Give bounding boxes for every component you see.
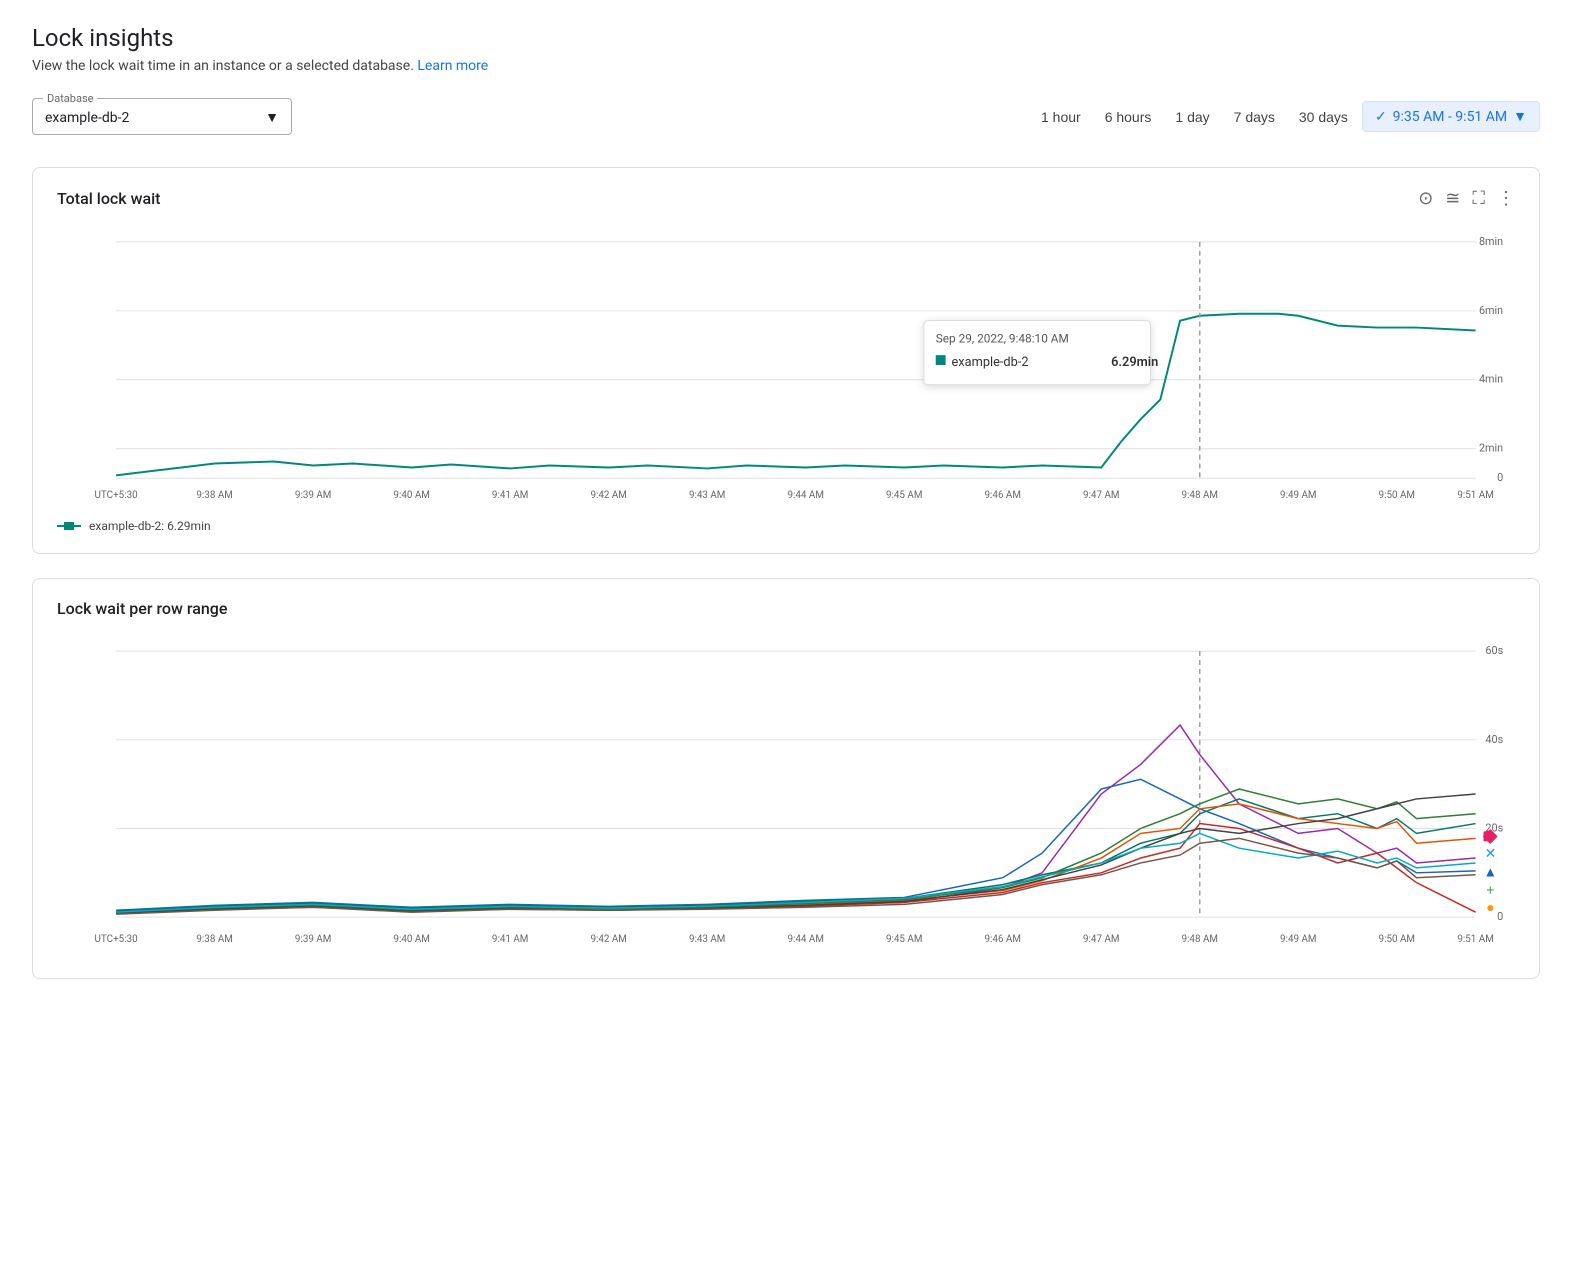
legend-line-icon <box>57 520 81 532</box>
selected-time-range[interactable]: ✓ 9:35 AM - 9:51 AM ▼ <box>1362 101 1540 132</box>
svg-text:9:50 AM: 9:50 AM <box>1379 490 1415 501</box>
chart1-svg: 8min 6min 4min 2min 0 UTC+5:30 9:38 AM 9… <box>57 225 1515 505</box>
range-dropdown-arrow-icon: ▼ <box>1513 108 1527 125</box>
expand-icon[interactable]: ⛶ <box>1472 188 1485 209</box>
dropdown-arrow-icon: ▼ <box>265 109 279 126</box>
time-btn-6hours[interactable]: 6 hours <box>1095 103 1162 131</box>
svg-text:9:38 AM: 9:38 AM <box>196 934 232 945</box>
svg-text:9:46 AM: 9:46 AM <box>985 490 1021 501</box>
page-title: Lock insights <box>32 24 1540 52</box>
time-range-controls: 1 hour 6 hours 1 day 7 days 30 days ✓ 9:… <box>1031 101 1540 132</box>
database-selector[interactable]: Database example-db-2 ▼ <box>32 98 292 135</box>
svg-text:0: 0 <box>1497 471 1503 484</box>
lock-wait-per-row-card: Lock wait per row range 60s 40s 20s 0 UT… <box>32 578 1540 979</box>
time-btn-1day[interactable]: 1 day <box>1165 103 1219 131</box>
svg-text:40s: 40s <box>1485 733 1503 746</box>
svg-text:9:45 AM: 9:45 AM <box>886 490 922 501</box>
svg-text:2min: 2min <box>1479 442 1503 455</box>
chart1-legend-label: example-db-2: 6.29min <box>89 519 211 533</box>
svg-text:0: 0 <box>1497 910 1503 923</box>
svg-text:8min: 8min <box>1479 235 1503 248</box>
chart2-svg: 60s 40s 20s 0 UTC+5:30 9:38 AM 9:39 AM 9… <box>57 634 1515 954</box>
svg-text:9:40 AM: 9:40 AM <box>393 490 429 501</box>
chart1-actions: ⊙ ≅ ⛶ ⋮ <box>1418 188 1515 209</box>
time-btn-30days[interactable]: 30 days <box>1289 103 1358 131</box>
svg-text:9:44 AM: 9:44 AM <box>787 934 823 945</box>
svg-text:9:42 AM: 9:42 AM <box>590 934 626 945</box>
svg-text:9:43 AM: 9:43 AM <box>689 934 725 945</box>
more-icon[interactable]: ⋮ <box>1497 188 1515 209</box>
total-lock-wait-card: Total lock wait ⊙ ≅ ⛶ ⋮ 8min 6min 4min 2… <box>32 167 1540 554</box>
controls-row: Database example-db-2 ▼ 1 hour 6 hours 1… <box>32 98 1540 135</box>
svg-text:9:49 AM: 9:49 AM <box>1280 490 1316 501</box>
svg-text:9:43 AM: 9:43 AM <box>689 490 725 501</box>
svg-text:+: + <box>1486 882 1494 898</box>
svg-text:4min: 4min <box>1479 373 1503 386</box>
svg-text:9:48 AM: 9:48 AM <box>1182 490 1218 501</box>
database-select-value[interactable]: example-db-2 ▼ <box>45 103 279 126</box>
svg-text:6.29min: 6.29min <box>1111 355 1158 370</box>
svg-text:9:41 AM: 9:41 AM <box>492 934 528 945</box>
chart1-title: Total lock wait <box>57 189 160 208</box>
chart2-area: 60s 40s 20s 0 UTC+5:30 9:38 AM 9:39 AM 9… <box>57 634 1515 958</box>
svg-text:UTC+5:30: UTC+5:30 <box>95 934 138 945</box>
svg-text:9:51 AM: 9:51 AM <box>1457 490 1493 501</box>
svg-text:9:39 AM: 9:39 AM <box>295 490 331 501</box>
svg-text:9:51 AM: 9:51 AM <box>1457 934 1493 945</box>
database-label: Database <box>43 92 97 105</box>
svg-text:9:46 AM: 9:46 AM <box>985 934 1021 945</box>
svg-text:9:38 AM: 9:38 AM <box>196 490 232 501</box>
svg-text:9:47 AM: 9:47 AM <box>1083 490 1119 501</box>
svg-text:example-db-2: example-db-2 <box>952 355 1029 370</box>
svg-text:60s: 60s <box>1485 644 1503 657</box>
svg-text:◆: ◆ <box>1483 823 1499 846</box>
svg-text:9:42 AM: 9:42 AM <box>590 490 626 501</box>
svg-text:9:39 AM: 9:39 AM <box>295 934 331 945</box>
page-subtitle: View the lock wait time in an instance o… <box>32 58 1540 74</box>
svg-text:✕: ✕ <box>1485 846 1497 862</box>
chart1-area: 8min 6min 4min 2min 0 UTC+5:30 9:38 AM 9… <box>57 225 1515 533</box>
svg-text:9:45 AM: 9:45 AM <box>886 934 922 945</box>
svg-text:6min: 6min <box>1479 304 1503 317</box>
chart1-header: Total lock wait ⊙ ≅ ⛶ ⋮ <box>57 188 1515 209</box>
svg-text:UTC+5:30: UTC+5:30 <box>95 490 138 501</box>
chart2-header: Lock wait per row range <box>57 599 1515 618</box>
selected-range-label: 9:35 AM - 9:51 AM <box>1393 109 1507 125</box>
svg-text:●: ● <box>1486 900 1494 916</box>
svg-text:9:49 AM: 9:49 AM <box>1280 934 1316 945</box>
time-btn-7days[interactable]: 7 days <box>1224 103 1285 131</box>
time-btn-1hour[interactable]: 1 hour <box>1031 103 1091 131</box>
checkmark-icon: ✓ <box>1375 109 1387 125</box>
learn-more-link[interactable]: Learn more <box>417 58 488 74</box>
svg-text:9:40 AM: 9:40 AM <box>393 934 429 945</box>
legend-icon[interactable]: ≅ <box>1445 188 1460 209</box>
svg-text:9:41 AM: 9:41 AM <box>492 490 528 501</box>
svg-text:9:48 AM: 9:48 AM <box>1182 934 1218 945</box>
zoom-icon[interactable]: ⊙ <box>1418 188 1433 209</box>
svg-text:▲: ▲ <box>1484 865 1498 881</box>
svg-text:9:47 AM: 9:47 AM <box>1083 934 1119 945</box>
svg-text:Sep 29, 2022, 9:48:10 AM: Sep 29, 2022, 9:48:10 AM <box>936 331 1069 345</box>
chart2-title: Lock wait per row range <box>57 599 227 618</box>
svg-text:9:50 AM: 9:50 AM <box>1379 934 1415 945</box>
chart1-legend: example-db-2: 6.29min <box>57 519 1515 533</box>
svg-text:9:44 AM: 9:44 AM <box>787 490 823 501</box>
